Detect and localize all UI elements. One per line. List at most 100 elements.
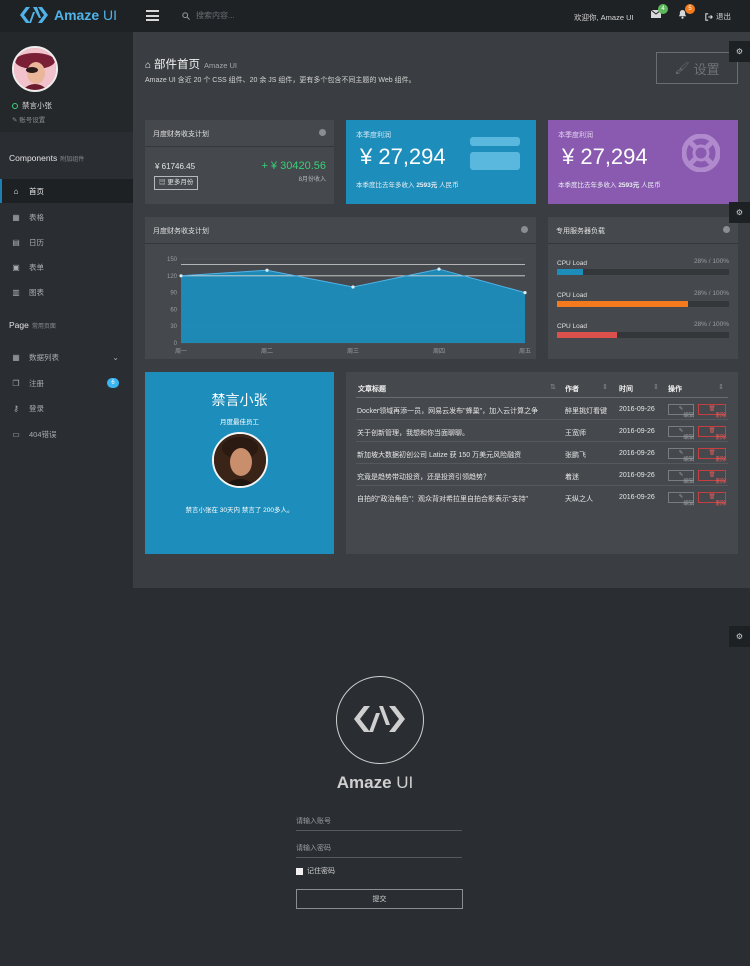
user-name[interactable]: 禁言小张 xyxy=(12,100,52,111)
gear-icon[interactable]: ⚙ xyxy=(729,202,750,223)
article-table-card: 文章标题 ⇅ 作者 ⇕ 时间 ⇕ 操作 ⇕ Docker领域再添一员，网易云发布… xyxy=(346,372,738,554)
edit-button[interactable]: ✎ 编辑 xyxy=(668,448,694,463)
finance-card: 月度财务收支计划 ¥ 61746.45 + ¥ 30420.56 8月份收入 ▤… xyxy=(145,120,334,204)
copy-icon: ❐ xyxy=(12,378,20,388)
profit-amount: ¥ 27,294 xyxy=(360,144,446,169)
sidebar-item-register[interactable]: ❐ 注册 6 xyxy=(0,371,133,395)
progress-fill xyxy=(557,301,688,307)
brand-logo[interactable]: Amaze UI xyxy=(20,7,117,23)
table-row[interactable]: 关于创新管理，我想和你当面聊聊。 王宽师 2016-09-26 ✎ 编辑 🗑 删除 xyxy=(356,421,728,442)
delete-button[interactable]: 🗑 删除 xyxy=(698,426,727,441)
edit-button[interactable]: ✎ 编辑 xyxy=(668,426,694,441)
register-badge: 6 xyxy=(107,378,119,388)
welcome-text[interactable]: 欢迎你, Amaze UI xyxy=(574,12,634,23)
amaze-logo-icon xyxy=(354,706,405,732)
brush-icon: 🖌 xyxy=(674,61,690,75)
table-row[interactable]: 究竟是趋势带动投资，还是投资引领趋势？ 着迷 2016-09-26 ✎ 编辑 🗑 删… xyxy=(356,465,728,486)
progress-fill xyxy=(557,269,583,275)
card-close-icon[interactable] xyxy=(319,129,326,136)
bell-badge: 5 xyxy=(685,4,695,14)
table-row[interactable]: 新加坡大数据初创公司 Latize 获 150 万美元风险融资 张鹏飞 2016… xyxy=(356,443,728,464)
edit-button[interactable]: ✎ 编辑 xyxy=(668,470,694,485)
article-title[interactable]: Docker领域再添一员，网易云发布"蜂巢"，加入云计算之争 xyxy=(357,406,557,416)
submit-button[interactable]: 提交 xyxy=(296,889,463,909)
sort-icon[interactable]: ⇕ xyxy=(602,383,608,391)
notification-button[interactable]: 5 xyxy=(678,4,695,21)
profile-avatar[interactable] xyxy=(212,432,268,488)
top-bar: Amaze UI 欢迎你, Amaze UI 4 5 退出 xyxy=(0,0,750,32)
account-input[interactable] xyxy=(296,813,462,831)
gear-icon[interactable]: ⚙ xyxy=(729,41,750,62)
y-tick-label: 150 xyxy=(167,257,178,263)
sidebar-item-404[interactable]: ▭ 404错误 xyxy=(0,422,133,446)
sidebar-item-home[interactable]: ⌂ 首页 xyxy=(0,179,133,203)
data-point xyxy=(523,291,527,295)
column-header-date[interactable]: 时间 xyxy=(619,384,633,394)
credit-card-icon xyxy=(470,152,520,170)
sidebar-item-data-list[interactable]: ▦ 数据列表 ⌄ xyxy=(0,345,133,369)
column-header-author[interactable]: 作者 xyxy=(565,384,579,394)
profit-card-purple: 本季度利润 ¥ 27,294 本季度比去年多收入 2593元 人民币 xyxy=(548,120,738,204)
mail-button[interactable]: 4 xyxy=(650,4,668,20)
remember-password[interactable]: 记住密码 xyxy=(296,866,335,876)
article-author: 着迷 xyxy=(565,474,579,481)
sign-out-icon xyxy=(705,12,713,21)
settings-button[interactable]: 🖌 设置 xyxy=(656,52,738,84)
chart-icon: ▥ xyxy=(12,287,20,297)
cpu-load-label: CPU Load xyxy=(557,292,587,299)
search-input[interactable] xyxy=(196,11,316,20)
article-title[interactable]: 关于创新管理，我想和你当面聊聊。 xyxy=(357,428,557,438)
sort-icon[interactable]: ⇅ xyxy=(550,383,556,391)
more-months-button[interactable]: ▤ 更多月份 xyxy=(154,176,199,190)
sort-icon[interactable]: ⇕ xyxy=(653,383,659,391)
table-row[interactable]: Docker领域再添一员，网易云发布"蜂巢"，加入云计算之争 醉里挑灯看键 20… xyxy=(356,399,728,420)
sidebar-item-table[interactable]: ▦ 表格 xyxy=(0,205,133,229)
card-title: 本季度利润 xyxy=(558,132,593,139)
article-author: 王宽师 xyxy=(565,430,586,437)
edit-button[interactable]: ✎ 编辑 xyxy=(668,492,694,507)
delete-button[interactable]: 🗑 删除 xyxy=(698,492,727,507)
mail-badge: 4 xyxy=(658,4,668,14)
gear-icon[interactable]: ⚙ xyxy=(729,626,750,647)
card-close-icon[interactable] xyxy=(521,226,528,233)
x-tick-label: 周四 xyxy=(433,348,445,355)
column-header-title[interactable]: 文章标题 xyxy=(358,384,386,394)
sidebar-item-form[interactable]: ▣ 表单 xyxy=(0,255,133,279)
remember-checkbox[interactable] xyxy=(296,867,303,875)
income-caption: 8月份收入 xyxy=(298,177,326,183)
profile-note: 禁言小张在 30天内 禁言了 200多人。 xyxy=(185,507,294,514)
article-title[interactable]: 自拍的"政治角色"：观众背对希拉里自拍合影表示"支持" xyxy=(357,494,557,504)
menu-toggle-icon[interactable] xyxy=(146,10,159,21)
sort-icon[interactable]: ⇕ xyxy=(718,383,724,391)
sidebar-item-calendar[interactable]: ▤ 日历 xyxy=(0,230,133,254)
progress-bar xyxy=(557,269,729,275)
article-title[interactable]: 新加坡大数据初创公司 Latize 获 150 万美元风险融资 xyxy=(357,450,557,460)
account-settings-link[interactable]: ✎ 账号设置 xyxy=(12,114,45,124)
table-row[interactable]: 自拍的"政治角色"：观众背对希拉里自拍合影表示"支持" 天纵之人 2016-09… xyxy=(356,487,728,508)
delete-button[interactable]: 🗑 删除 xyxy=(698,448,727,463)
sidebar-item-login[interactable]: ⚷ 登录 xyxy=(0,396,133,420)
password-input[interactable] xyxy=(296,840,462,858)
cpu-load-value: 28% / 100% xyxy=(693,290,729,297)
chevron-down-icon: ⌄ xyxy=(112,352,119,362)
page-title: ⌂ 部件首页 Amaze UI xyxy=(145,59,237,71)
avatar[interactable] xyxy=(12,46,58,92)
login-logo xyxy=(336,676,424,764)
delete-button[interactable]: 🗑 删除 xyxy=(698,470,727,485)
cpu-load-row: CPU Load 28% / 100% xyxy=(557,321,729,338)
edit-button[interactable]: ✎ 编辑 xyxy=(668,404,694,419)
sidebar-item-chart[interactable]: ▥ 图表 xyxy=(0,280,133,304)
article-title[interactable]: 究竟是趋势带动投资，还是投资引领趋势？ xyxy=(357,472,557,482)
x-tick-label: 周五 xyxy=(519,348,531,355)
article-date: 2016-09-26 xyxy=(619,472,655,479)
delete-button[interactable]: 🗑 删除 xyxy=(698,404,727,419)
progress-bar xyxy=(557,301,729,307)
column-header-actions: 操作 xyxy=(668,386,682,393)
table-icon: ▦ xyxy=(12,352,20,362)
article-date: 2016-09-26 xyxy=(619,406,655,413)
logout-button[interactable]: 退出 xyxy=(705,11,731,22)
cpu-load-row: CPU Load 28% / 100% xyxy=(557,258,729,275)
y-tick-label: 90 xyxy=(170,291,177,297)
card-close-icon[interactable] xyxy=(723,226,730,233)
finance-income: + ¥ 30420.56 xyxy=(261,160,326,172)
